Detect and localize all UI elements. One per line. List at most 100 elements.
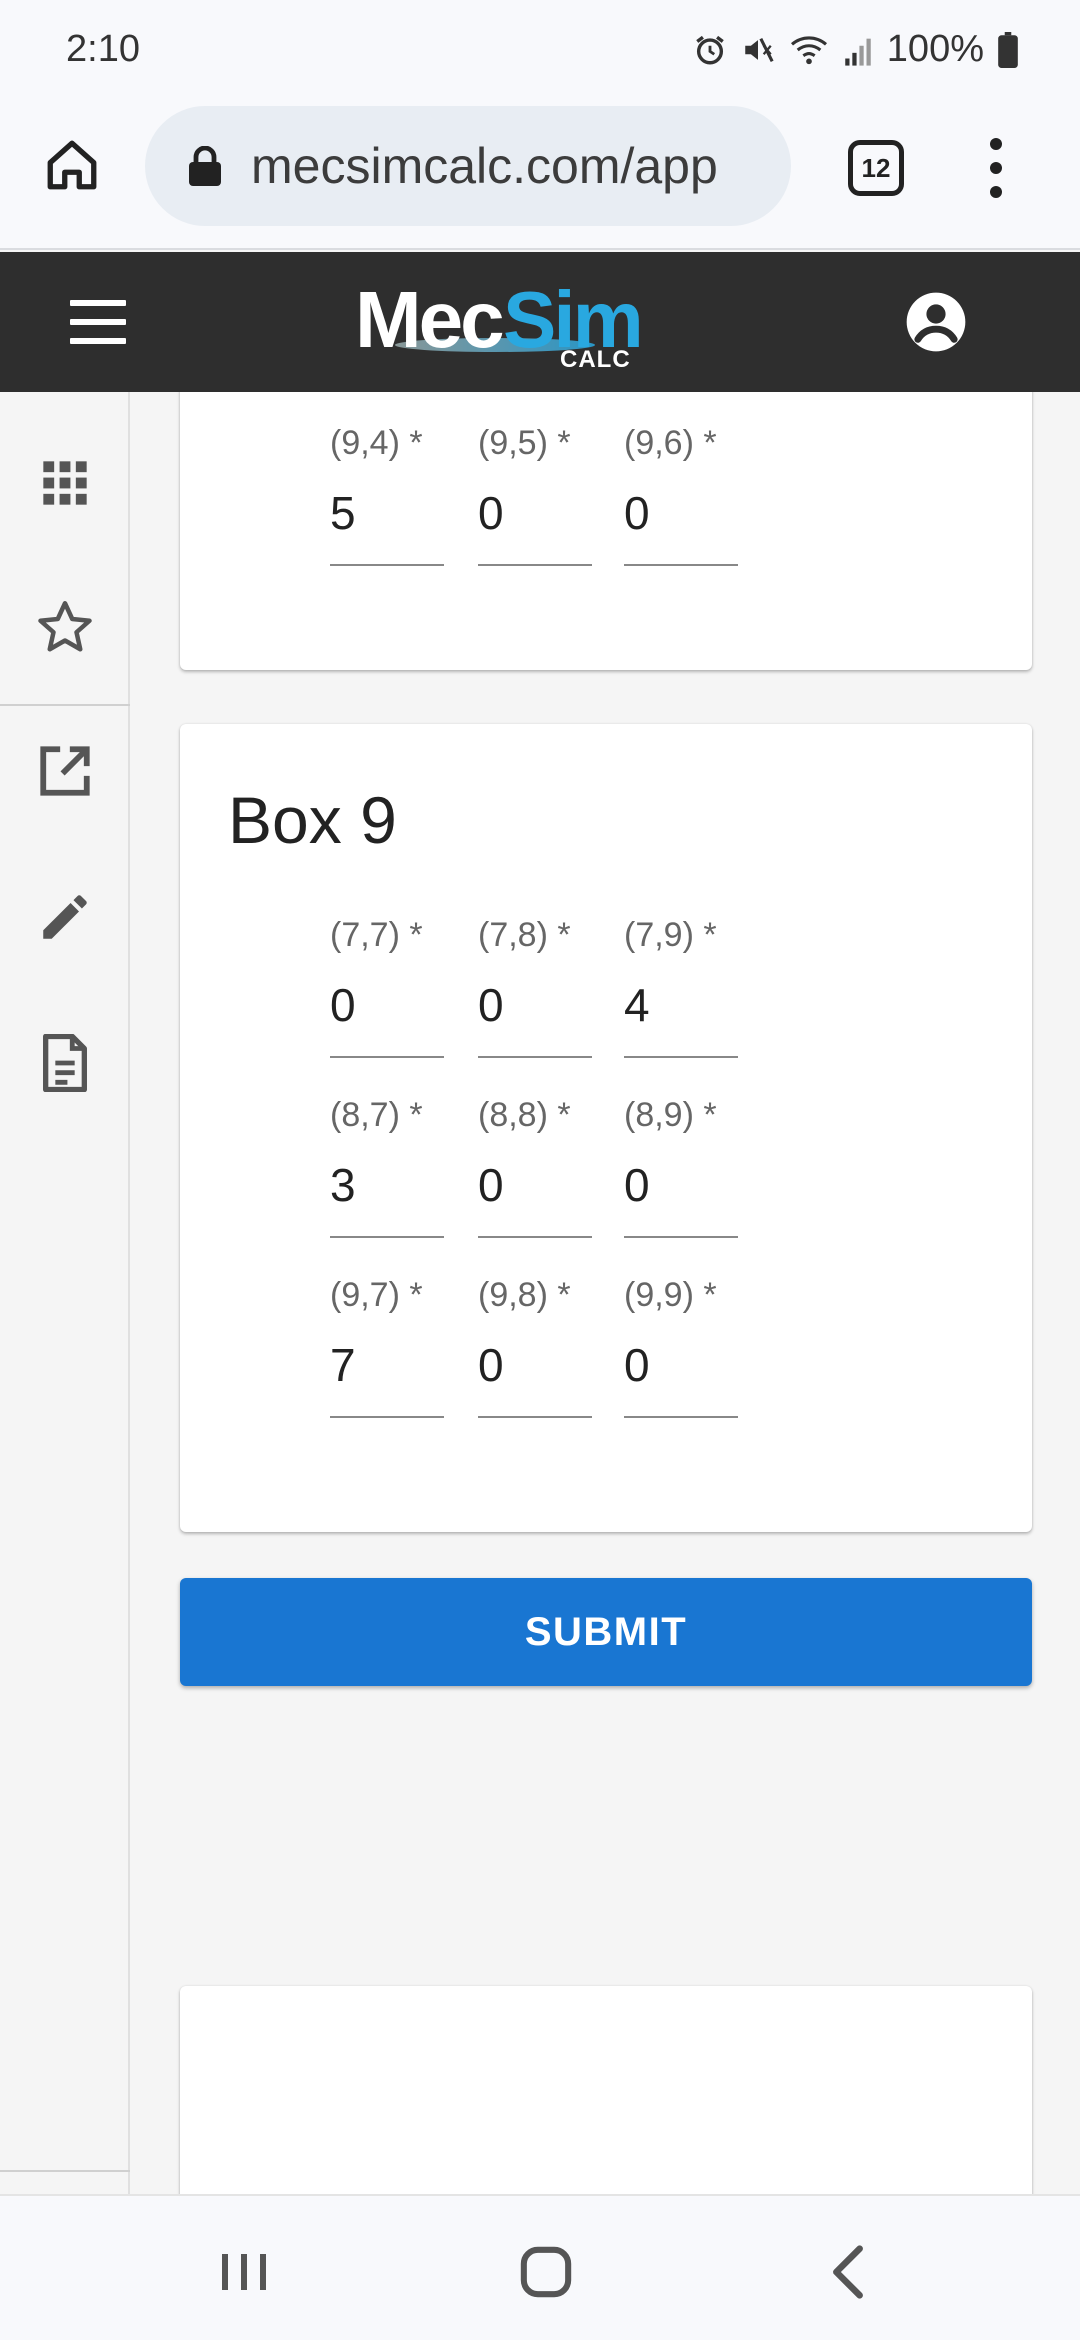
battery-icon: [998, 31, 1018, 68]
status-icons: 100%: [693, 28, 1018, 71]
grid-field-7-9[interactable]: (7,9) * 4: [624, 916, 738, 1066]
field-value[interactable]: 0: [330, 978, 356, 1032]
status-bar: 2:10 100%: [0, 0, 1080, 100]
mute-icon: [745, 37, 774, 62]
recent-apps-button[interactable]: [204, 2232, 284, 2312]
wifi-icon: [790, 35, 827, 64]
grid-field-9-7[interactable]: (9,7) * 7: [330, 1276, 444, 1426]
field-value[interactable]: 0: [624, 1158, 650, 1212]
document-icon: [43, 1034, 87, 1092]
open-in-new-icon: [40, 746, 90, 796]
app-header: Mec Sim CALC: [0, 252, 1080, 392]
sidebar-item-edit[interactable]: [30, 882, 100, 952]
box-9-card: Box 9 (7,7) * 0 (7,8) * 0 (7,9) * 4 (8,7…: [180, 724, 1032, 1532]
hamburger-menu-button[interactable]: [70, 300, 126, 344]
browser-toolbar: mecsimcalc.com/app 12: [0, 100, 1080, 250]
field-value[interactable]: 0: [624, 1338, 650, 1392]
account-button[interactable]: [904, 290, 968, 354]
grid-field-8-7[interactable]: (8,7) * 3: [330, 1096, 444, 1246]
sidebar-divider: [0, 2170, 130, 2172]
grid-field-7-7[interactable]: (7,7) * 0: [330, 916, 444, 1066]
field-value[interactable]: 0: [478, 978, 504, 1032]
field-label: (7,9) *: [624, 916, 717, 954]
account-circle-icon: [906, 292, 966, 352]
field-underline: [624, 1236, 738, 1238]
hamburger-line: [70, 300, 126, 306]
menu-dot: [990, 186, 1002, 198]
status-time: 2:10: [66, 28, 140, 70]
field-underline: [624, 1056, 738, 1058]
grid-field-9-4[interactable]: (9,4) * 5: [330, 424, 444, 574]
field-underline: [478, 564, 592, 566]
browser-home-button[interactable]: [40, 130, 104, 200]
sidebar: [0, 392, 130, 2194]
grid-field-9-6[interactable]: (9,6) * 0: [624, 424, 738, 574]
back-icon: [833, 2245, 863, 2299]
apps-grid-icon: [43, 461, 87, 505]
lock-icon: [189, 146, 221, 186]
home-icon: [520, 2246, 572, 2298]
signal-icon: [845, 38, 871, 66]
home-button[interactable]: [506, 2232, 586, 2312]
grid-field-8-8[interactable]: (8,8) * 0: [478, 1096, 592, 1246]
address-bar[interactable]: mecsimcalc.com/app: [145, 106, 791, 226]
field-label: (9,7) *: [330, 1276, 423, 1314]
browser-menu-button[interactable]: [984, 138, 1008, 198]
sidebar-item-open[interactable]: [30, 736, 100, 806]
field-label: (7,8) *: [478, 916, 571, 954]
output-card: [180, 1986, 1032, 2194]
grid-field-8-9[interactable]: (8,9) * 0: [624, 1096, 738, 1246]
field-label: (8,8) *: [478, 1096, 571, 1134]
submit-button[interactable]: SUBMIT: [180, 1578, 1032, 1686]
field-label: (9,6) *: [624, 424, 717, 462]
box-title: Box 9: [228, 783, 397, 857]
mecsimcalc-logo[interactable]: Mec Sim CALC: [355, 274, 645, 374]
system-nav-bar: [0, 2194, 1080, 2340]
logo-text-calc: CALC: [560, 346, 631, 373]
battery-percent: 100%: [886, 28, 984, 70]
field-value[interactable]: 0: [478, 486, 504, 540]
field-value[interactable]: 0: [478, 1338, 504, 1392]
menu-dot: [990, 162, 1002, 174]
grid-field-9-8[interactable]: (9,8) * 0: [478, 1276, 592, 1426]
field-underline: [330, 1056, 444, 1058]
field-label: (7,7) *: [330, 916, 423, 954]
menu-dot: [990, 138, 1002, 150]
box-card-partial: (9,4) * 5 (9,5) * 0 (9,6) * 0: [180, 392, 1032, 670]
field-label: (9,8) *: [478, 1276, 571, 1314]
hamburger-line: [70, 319, 126, 325]
field-label: (8,7) *: [330, 1096, 423, 1134]
field-label: (9,5) *: [478, 424, 571, 462]
field-underline: [330, 1236, 444, 1238]
field-value[interactable]: 5: [330, 486, 356, 540]
field-underline: [478, 1236, 592, 1238]
sidebar-item-apps[interactable]: [30, 448, 100, 518]
sidebar-divider: [0, 704, 130, 706]
hamburger-line: [70, 338, 126, 344]
field-label: (9,9) *: [624, 1276, 717, 1314]
url-text: mecsimcalc.com/app: [251, 138, 718, 194]
main-content: (9,4) * 5 (9,5) * 0 (9,6) * 0 Box 9 (7,7…: [132, 392, 1080, 2194]
grid-field-7-8[interactable]: (7,8) * 0: [478, 916, 592, 1066]
field-underline: [624, 1416, 738, 1418]
field-underline: [478, 1056, 592, 1058]
star-icon: [38, 601, 92, 652]
field-value[interactable]: 0: [478, 1158, 504, 1212]
alarm-icon: [696, 35, 724, 64]
field-value[interactable]: 7: [330, 1338, 356, 1392]
field-underline: [478, 1416, 592, 1418]
recent-apps-icon: [222, 2254, 266, 2290]
field-label: (9,4) *: [330, 424, 423, 462]
field-underline: [330, 1416, 444, 1418]
field-value[interactable]: 3: [330, 1158, 356, 1212]
tab-switcher-button[interactable]: 12: [848, 140, 904, 196]
grid-field-9-9[interactable]: (9,9) * 0: [624, 1276, 738, 1426]
field-value[interactable]: 4: [624, 978, 650, 1032]
sidebar-item-docs[interactable]: [30, 1028, 100, 1098]
field-value[interactable]: 0: [624, 486, 650, 540]
home-icon: [47, 140, 97, 190]
sidebar-item-favorites[interactable]: [30, 592, 100, 662]
back-button[interactable]: [808, 2232, 888, 2312]
logo-text-mec: Mec: [355, 275, 505, 364]
grid-field-9-5[interactable]: (9,5) * 0: [478, 424, 592, 574]
